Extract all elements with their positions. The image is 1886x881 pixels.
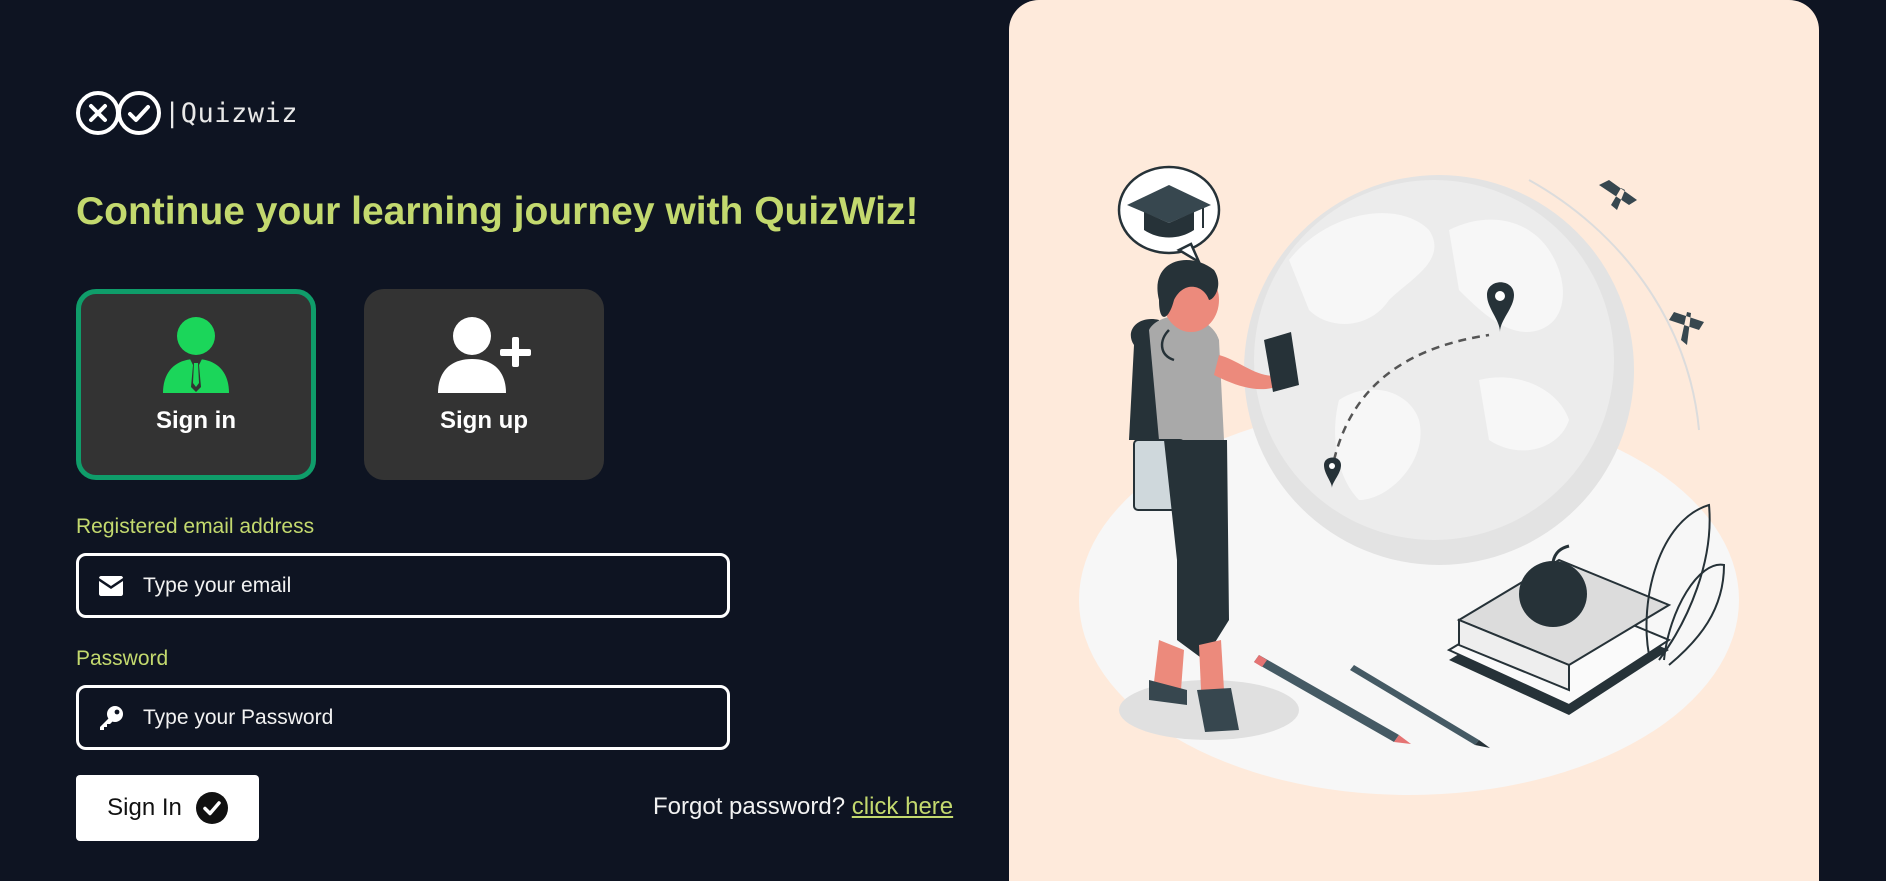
password-field-container — [76, 685, 730, 750]
brand-logo[interactable]: |Quizwiz — [76, 87, 298, 139]
forgot-password-link[interactable]: click here — [852, 793, 953, 820]
email-input[interactable] — [141, 572, 727, 599]
check-circle-icon — [117, 91, 161, 135]
sign-in-tab[interactable]: Sign in — [76, 289, 316, 480]
email-label: Registered email address — [76, 515, 315, 538]
student-globe-illustration — [1079, 165, 1739, 795]
sign-in-button-label: Sign In — [107, 794, 182, 821]
page-title: Continue your learning journey with Quiz… — [76, 190, 919, 233]
sign-up-tab-label: Sign up — [440, 407, 528, 434]
user-tie-icon — [163, 317, 229, 393]
envelope-icon — [97, 572, 125, 600]
user-plus-icon — [438, 317, 531, 393]
key-icon — [97, 704, 125, 732]
password-input[interactable] — [141, 704, 727, 731]
brand-name: |Quizwiz — [164, 97, 299, 129]
password-label: Password — [76, 647, 169, 670]
forgot-password-text: Forgot password? — [653, 793, 846, 820]
email-field-container — [76, 553, 730, 618]
illustration-panel — [1009, 0, 1819, 881]
check-circle-icon — [195, 792, 228, 824]
sign-in-tab-label: Sign in — [156, 407, 236, 434]
x-circle-icon — [76, 91, 120, 135]
sign-up-tab[interactable]: Sign up — [364, 289, 604, 480]
forgot-password: Forgot password? click here — [653, 793, 953, 821]
sign-in-button[interactable]: Sign In — [76, 775, 259, 841]
